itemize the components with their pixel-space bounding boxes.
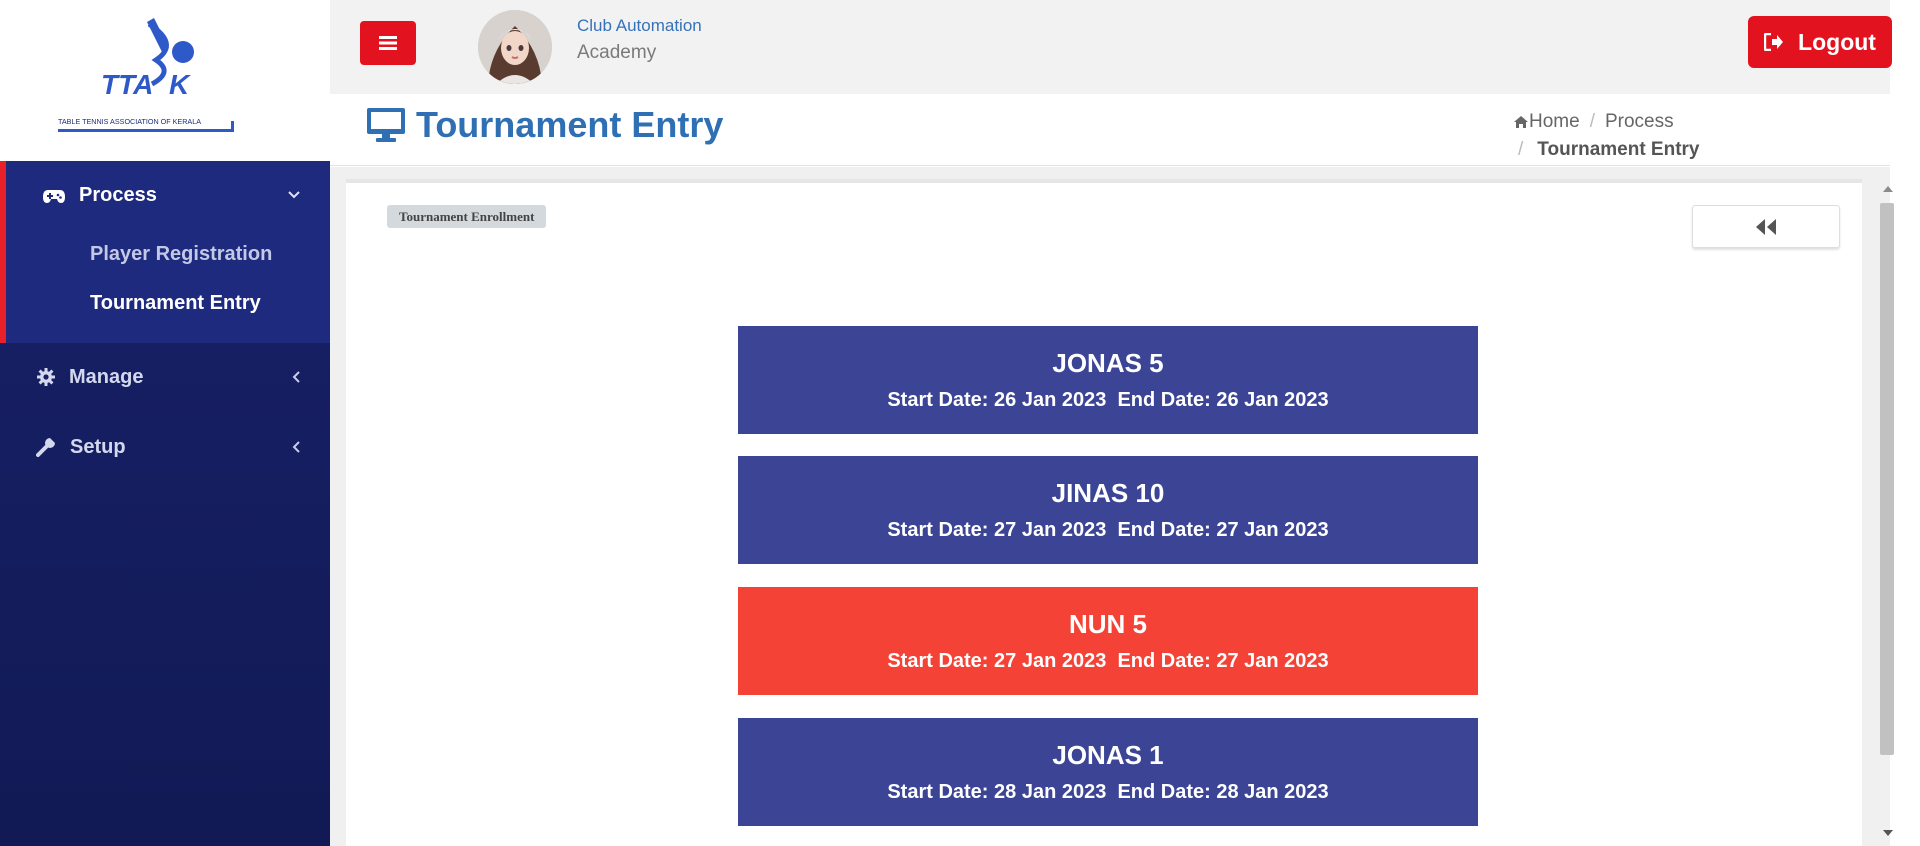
- sidebar-item-setup-label: Setup: [70, 435, 126, 458]
- back-button[interactable]: [1692, 205, 1840, 248]
- page-title-group: Tournament Entry: [366, 104, 723, 146]
- sidebar-item-manage[interactable]: Manage: [0, 347, 330, 407]
- wrench-icon: [36, 438, 55, 457]
- chevron-left-icon: [292, 371, 300, 383]
- gear-icon: [37, 368, 55, 386]
- gamepad-icon: [43, 189, 65, 203]
- avatar[interactable]: [478, 10, 552, 84]
- org-subtitle: Academy: [577, 42, 657, 63]
- breadcrumb-home[interactable]: Home: [1513, 111, 1580, 133]
- page-header: Tournament Entry Home / Process / Tourna…: [330, 94, 1890, 166]
- menu-toggle-button[interactable]: [360, 21, 416, 65]
- svg-text:K: K: [169, 69, 191, 100]
- section-badge: Tournament Enrollment: [387, 205, 547, 228]
- tournament-card[interactable]: NUN 5 Start Date: 27 Jan 2023 End Date: …: [738, 587, 1478, 695]
- scrollbar-thumb[interactable]: [1880, 203, 1894, 755]
- sidebar-item-process-label: Process: [79, 184, 157, 206]
- scrollbar-top-gap: [1896, 0, 1920, 94]
- scroll-down-arrow[interactable]: [1883, 830, 1893, 836]
- tournament-card[interactable]: JONAS 1 Start Date: 28 Jan 2023 End Date…: [738, 718, 1478, 826]
- sidebar-section-process: Process Player Registration Tournament E…: [0, 161, 330, 343]
- logout-label: Logout: [1798, 28, 1876, 55]
- chevron-left-icon: [292, 441, 300, 453]
- tournament-dates: Start Date: 28 Jan 2023 End Date: 28 Jan…: [887, 781, 1329, 803]
- svg-text:TABLE TENNIS ASSOCIATION OF KE: TABLE TENNIS ASSOCIATION OF KERALA: [58, 117, 201, 126]
- tournament-dates: Start Date: 27 Jan 2023 End Date: 27 Jan…: [887, 650, 1329, 672]
- tournament-card[interactable]: JONAS 5 Start Date: 26 Jan 2023 End Date…: [738, 326, 1478, 434]
- desktop-icon: [367, 108, 405, 142]
- tournament-dates: Start Date: 27 Jan 2023 End Date: 27 Jan…: [887, 519, 1329, 541]
- ttak-logo: TTA K TABLE TENNIS ASSOCIATION OF KERALA: [58, 18, 234, 132]
- tournament-name: JONAS 5: [1052, 348, 1164, 378]
- sidebar-item-process[interactable]: Process: [43, 184, 157, 207]
- breadcrumb-line-2: / Tournament Entry: [1518, 139, 1700, 161]
- sign-out-icon: [1764, 33, 1784, 51]
- tournament-name: JINAS 10: [1051, 478, 1165, 508]
- breadcrumb-home-label: Home: [1529, 111, 1580, 132]
- breadcrumb-separator: /: [1518, 139, 1524, 160]
- scroll-up-arrow[interactable]: [1883, 186, 1893, 192]
- sidebar: TTA K TABLE TENNIS ASSOCIATION OF KERALA…: [0, 0, 330, 846]
- home-icon: [1514, 116, 1528, 128]
- breadcrumb-process[interactable]: Process: [1605, 111, 1674, 133]
- tournament-card[interactable]: JINAS 10 Start Date: 27 Jan 2023 End Dat…: [738, 456, 1478, 564]
- top-bar: Club Automation Academy Logout: [330, 0, 1892, 94]
- page-title: Tournament Entry: [416, 104, 724, 145]
- user-avatar-image: [478, 10, 552, 84]
- sidebar-item-setup[interactable]: Setup: [0, 417, 330, 477]
- sidebar-subitem-tournament-entry[interactable]: Tournament Entry: [90, 292, 261, 315]
- chevron-down-icon[interactable]: [287, 190, 301, 200]
- sidebar-item-manage-label: Manage: [69, 365, 144, 388]
- svg-text:TTA: TTA: [101, 69, 153, 100]
- logout-button[interactable]: Logout: [1748, 16, 1892, 68]
- sidebar-subitem-player-registration[interactable]: Player Registration: [90, 243, 272, 266]
- breadcrumb: Home / Process: [1513, 111, 1674, 133]
- tournament-name: NUN 5: [1068, 609, 1147, 639]
- org-name: Club Automation: [577, 16, 702, 35]
- double-chevron-left-icon: [1756, 218, 1776, 235]
- breadcrumb-separator: /: [1589, 111, 1595, 132]
- breadcrumb-current: Tournament Entry: [1537, 139, 1700, 160]
- hamburger-icon: [379, 36, 397, 50]
- logo-area: TTA K TABLE TENNIS ASSOCIATION OF KERALA: [0, 0, 330, 161]
- tournament-name: JONAS 1: [1052, 740, 1164, 770]
- tournament-dates: Start Date: 26 Jan 2023 End Date: 26 Jan…: [887, 389, 1329, 411]
